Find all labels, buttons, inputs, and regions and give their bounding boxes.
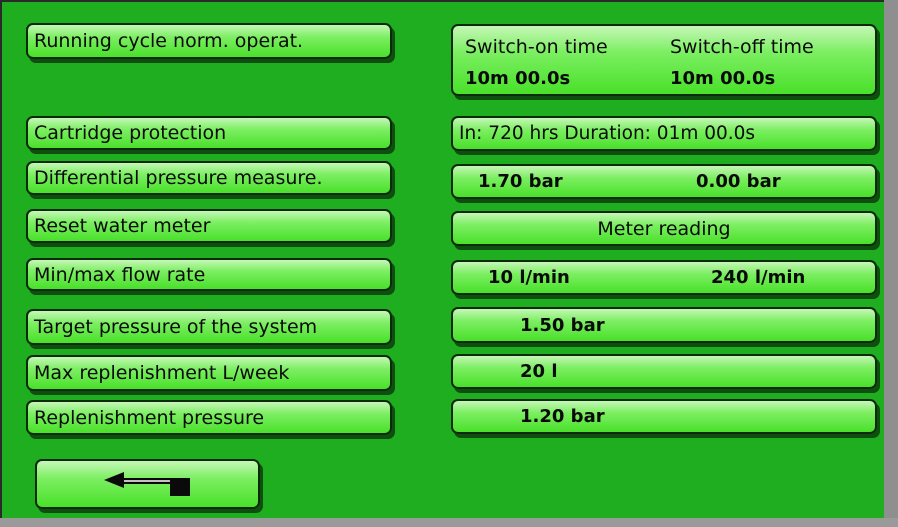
- switch-on-label: Switch-on time: [465, 36, 608, 58]
- window-border-right: [884, 0, 898, 527]
- back-arrow-icon: [103, 472, 190, 496]
- meter-reading-button[interactable]: Meter reading: [451, 211, 877, 246]
- switch-off-label: Switch-off time: [670, 36, 814, 58]
- running-cycle-label: Running cycle norm. operat.: [34, 30, 304, 52]
- cartridge-protection-label: Cartridge protection: [34, 122, 227, 144]
- switch-off-value: 10m 00.0s: [670, 68, 776, 89]
- replenishment-pressure-value: 1.20 bar: [520, 406, 605, 427]
- max-replenishment-label: Max replenishment L/week: [34, 362, 290, 384]
- control-panel-screen: Running cycle norm. operat. Cartridge pr…: [0, 0, 884, 518]
- diff-pressure-value-2: 0.00 bar: [696, 171, 781, 192]
- differential-pressure-field[interactable]: 1.70 bar 0.00 bar: [451, 164, 877, 199]
- cartridge-value: In: 720 hrs Duration: 01m 00.0s: [459, 123, 756, 144]
- cartridge-protection-button[interactable]: Cartridge protection: [26, 116, 392, 150]
- cartridge-value-field[interactable]: In: 720 hrs Duration: 01m 00.0s: [451, 116, 877, 151]
- flow-max-value: 240 l/min: [711, 267, 806, 288]
- switch-on-value: 10m 00.0s: [465, 68, 571, 89]
- running-cycle-button[interactable]: Running cycle norm. operat.: [26, 23, 392, 59]
- diff-pressure-value-1: 1.70 bar: [478, 171, 563, 192]
- flow-rate-field[interactable]: 10 l/min 240 l/min: [451, 260, 877, 295]
- target-pressure-value: 1.50 bar: [520, 314, 605, 336]
- replenishment-pressure-field[interactable]: 1.20 bar: [451, 399, 877, 434]
- max-replenishment-value: 20 l: [520, 361, 558, 382]
- window-border-bottom: [0, 518, 898, 527]
- back-button[interactable]: [35, 459, 260, 509]
- target-pressure-button[interactable]: Target pressure of the system: [26, 309, 392, 345]
- min-max-flow-button[interactable]: Min/max flow rate: [26, 258, 392, 291]
- reset-water-meter-label: Reset water meter: [34, 215, 211, 237]
- reset-water-meter-button[interactable]: Reset water meter: [26, 209, 392, 243]
- differential-pressure-label: Differential pressure measure.: [34, 167, 323, 189]
- replenishment-pressure-button[interactable]: Replenishment pressure: [26, 400, 392, 435]
- min-max-flow-label: Min/max flow rate: [34, 263, 206, 286]
- target-pressure-label: Target pressure of the system: [34, 316, 318, 338]
- max-replenishment-field[interactable]: 20 l: [451, 354, 877, 389]
- target-pressure-field[interactable]: 1.50 bar: [451, 307, 877, 343]
- switch-times-field[interactable]: Switch-on time Switch-off time 10m 00.0s…: [451, 24, 877, 96]
- flow-min-value: 10 l/min: [488, 267, 570, 288]
- differential-pressure-button[interactable]: Differential pressure measure.: [26, 161, 392, 195]
- meter-reading-label: Meter reading: [597, 217, 731, 240]
- max-replenishment-button[interactable]: Max replenishment L/week: [26, 355, 392, 391]
- replenishment-pressure-label: Replenishment pressure: [34, 406, 265, 429]
